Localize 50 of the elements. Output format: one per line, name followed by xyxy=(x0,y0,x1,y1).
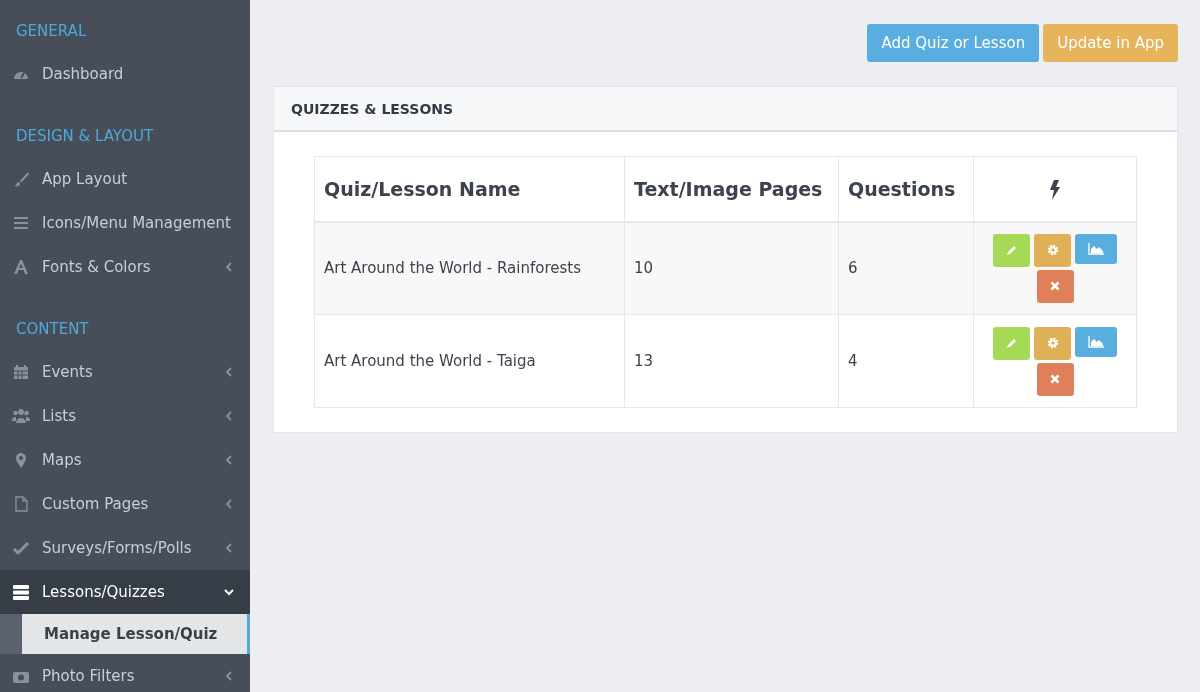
sidebar-section-heading: DESIGN & LAYOUT xyxy=(15,126,155,147)
chart-button[interactable] xyxy=(1075,233,1117,264)
people-icon xyxy=(12,408,30,424)
column-header: Questions xyxy=(838,156,974,222)
sidebar-section-heading: GENERAL xyxy=(15,21,88,42)
sidebar-item[interactable]: App Layout xyxy=(0,157,250,201)
edit-button[interactable] xyxy=(993,233,1030,267)
sidebar-item[interactable]: Lessons/Quizzes xyxy=(0,570,250,614)
sidebar-item[interactable]: Icons/Menu Management xyxy=(0,201,250,245)
checkmark-icon xyxy=(12,540,30,556)
area-chart-icon xyxy=(1088,335,1104,348)
settings-button[interactable] xyxy=(1034,233,1071,267)
settings-icon xyxy=(1046,337,1059,349)
lightning-icon xyxy=(1049,180,1061,200)
close-icon xyxy=(1050,374,1060,384)
chart-button[interactable] xyxy=(1075,326,1117,357)
column-header: Quiz/Lesson Name xyxy=(314,156,625,222)
pencil-icon xyxy=(1005,337,1018,349)
table-cell: 6 xyxy=(838,221,974,315)
panel-title: QUIZZES & LESSONS xyxy=(274,87,1177,132)
area-chart-icon xyxy=(1088,242,1104,255)
page-icon xyxy=(12,496,30,512)
sidebar-item[interactable]: Surveys/Forms/Polls xyxy=(0,526,250,570)
table-cell: Art Around the World - Taiga xyxy=(314,314,625,408)
calendar-icon xyxy=(12,364,30,380)
column-header: Text/Image Pages xyxy=(624,156,839,222)
sidebar-item[interactable]: Dashboard xyxy=(0,52,250,96)
sidebar-item[interactable]: Photo Filters xyxy=(0,654,250,692)
sidebar-item[interactable]: Lists xyxy=(0,394,250,438)
sidebar-section-heading: CONTENT xyxy=(15,319,90,340)
sidebar-item[interactable]: Maps xyxy=(0,438,250,482)
table-cell: 13 xyxy=(624,314,839,408)
delete-button[interactable] xyxy=(1036,362,1074,396)
pencil-icon xyxy=(1005,244,1018,257)
paintbrush-icon xyxy=(12,171,30,187)
letter-icon xyxy=(12,259,30,275)
settings-button[interactable] xyxy=(1034,326,1071,360)
sidebar-item[interactable]: Fonts & Colors xyxy=(0,245,250,289)
edit-button[interactable] xyxy=(993,326,1030,360)
close-icon xyxy=(1050,281,1060,292)
table-cell: 10 xyxy=(624,221,839,315)
submenu-item[interactable]: Manage Lesson/Quiz xyxy=(22,614,250,654)
sidebar-item[interactable]: Custom Pages xyxy=(0,482,250,526)
table-cell: Art Around the World - Rainforests xyxy=(314,221,625,315)
delete-button[interactable] xyxy=(1036,269,1074,303)
list-icon xyxy=(12,215,30,231)
settings-icon xyxy=(1046,244,1059,257)
sidebar-item[interactable]: Events xyxy=(0,350,250,394)
stack-icon xyxy=(12,584,30,600)
table-cell: 4 xyxy=(838,314,974,408)
